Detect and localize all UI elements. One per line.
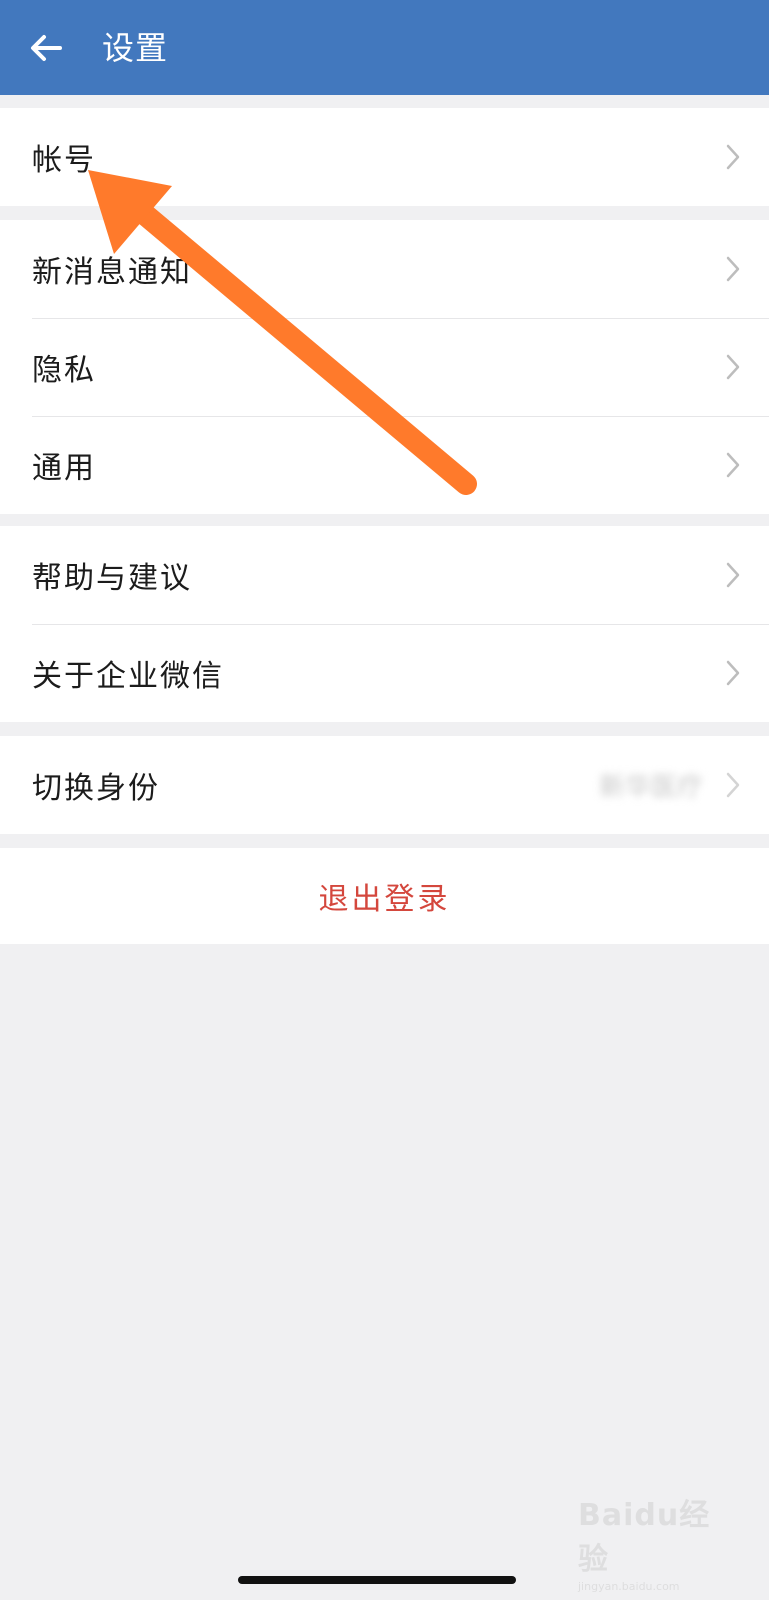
- settings-item-account[interactable]: 帐号: [0, 108, 769, 206]
- chevron-right-icon: [726, 354, 740, 380]
- settings-item-notifications[interactable]: 新消息通知: [0, 220, 769, 318]
- settings-item-switch-identity[interactable]: 切换身份 新华医疗: [0, 736, 769, 834]
- settings-item-general[interactable]: 通用: [0, 416, 769, 514]
- arrow-left-icon: [31, 35, 62, 61]
- chevron-right-icon: [726, 562, 740, 588]
- settings-item-label: 切换身份: [32, 771, 160, 806]
- watermark-url: jingyan.baidu.com: [578, 1580, 680, 1593]
- settings-item-label: 帐号: [32, 143, 96, 178]
- settings-item-label: 通用: [32, 451, 96, 486]
- chevron-right-icon: [726, 660, 740, 686]
- settings-item-label: 隐私: [32, 353, 96, 388]
- settings-group-identity: 切换身份 新华医疗: [0, 736, 769, 834]
- settings-item-privacy[interactable]: 隐私: [0, 318, 769, 416]
- page-title: 设置: [102, 29, 169, 67]
- chevron-right-icon: [726, 256, 740, 282]
- home-indicator[interactable]: [238, 1576, 516, 1584]
- settings-group-account: 帐号: [0, 108, 769, 206]
- settings-item-label: 帮助与建议: [32, 561, 192, 596]
- settings-item-help-feedback[interactable]: 帮助与建议: [0, 526, 769, 624]
- settings-group-general: 新消息通知 隐私 通用: [0, 220, 769, 514]
- settings-item-label: 新消息通知: [32, 255, 192, 290]
- back-button[interactable]: [26, 28, 66, 68]
- current-identity-value: 新华医疗: [598, 772, 703, 803]
- chevron-right-icon: [726, 144, 740, 170]
- top-nav-bar: 设置: [0, 0, 769, 95]
- chevron-right-icon: [726, 452, 740, 478]
- settings-group-help: 帮助与建议 关于企业微信: [0, 526, 769, 722]
- watermark-logo: Baidu经验 jingyan.baidu.com: [578, 1490, 728, 1593]
- logout-button[interactable]: 退出登录: [0, 848, 769, 944]
- logout-label: 退出登录: [318, 882, 451, 917]
- watermark-text: Baidu经验: [578, 1498, 711, 1577]
- chevron-right-icon: [726, 772, 740, 798]
- settings-item-about[interactable]: 关于企业微信: [0, 624, 769, 722]
- settings-page: 设置 帐号 新消息通知 隐私 通用 帮助与建议 关于企业微信 切换身份 新华医疗…: [0, 0, 769, 1600]
- settings-item-label: 关于企业微信: [32, 659, 224, 694]
